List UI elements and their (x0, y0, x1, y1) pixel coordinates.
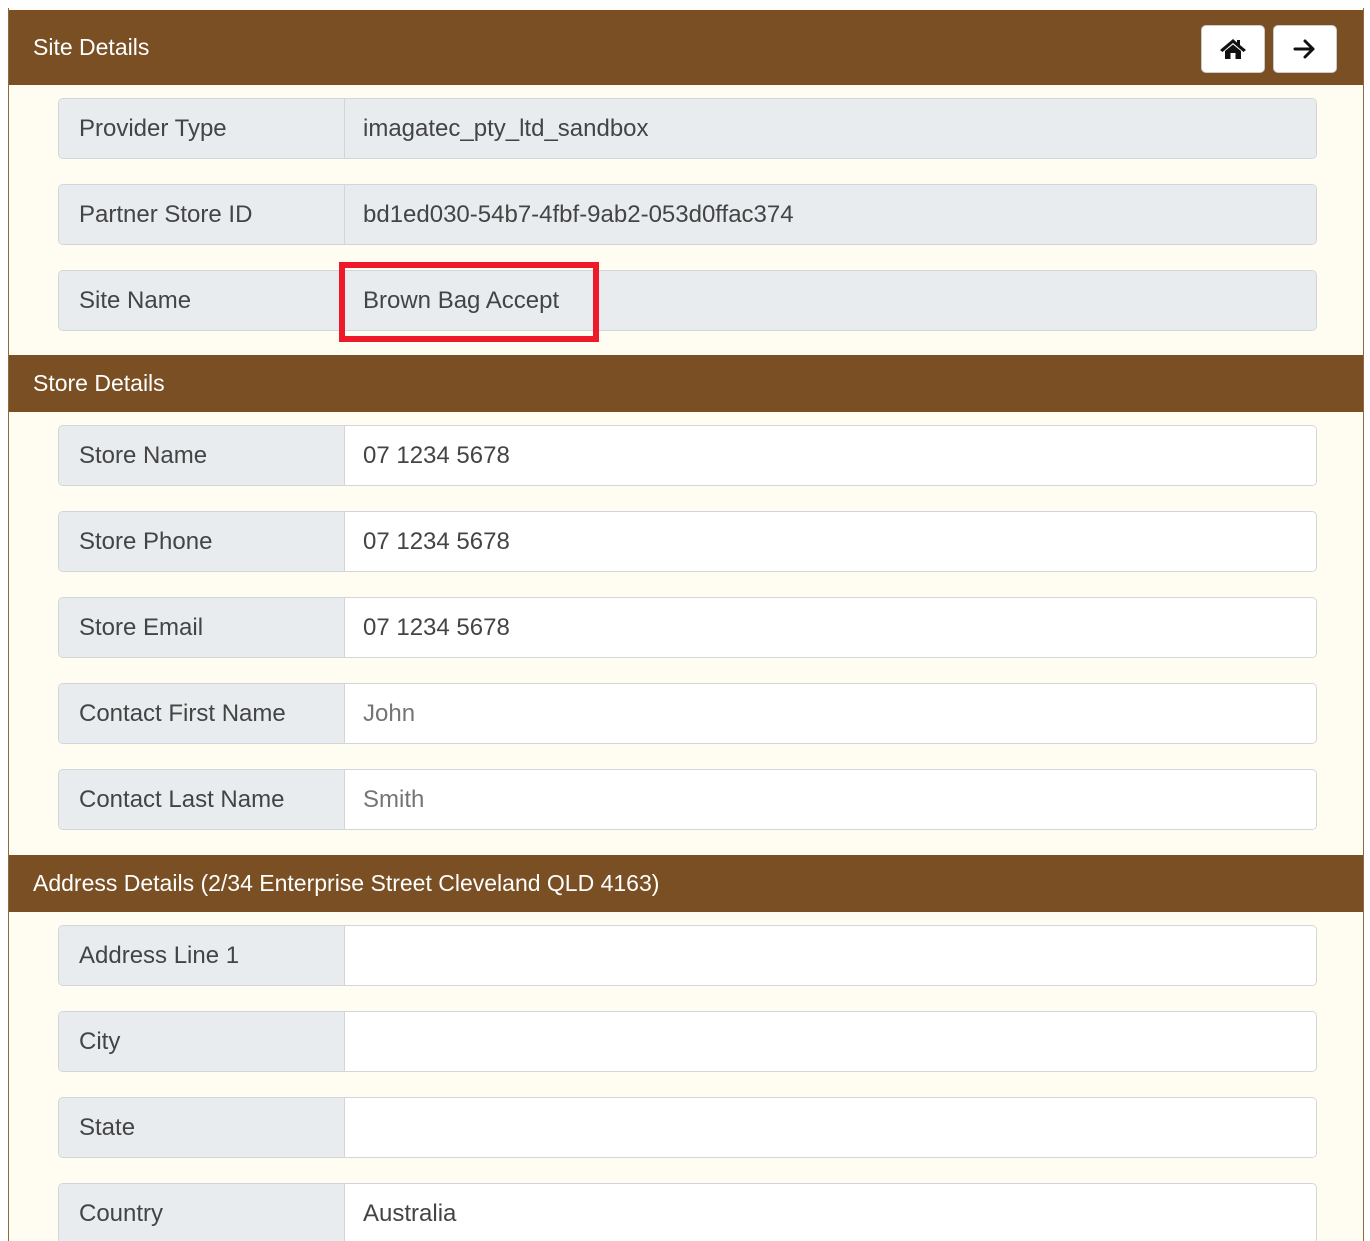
site-name-row: Site Name Brown Bag Accept (58, 270, 1317, 331)
contact-first-name-row: Contact First Name (58, 683, 1317, 744)
store-details-title: Store Details (33, 370, 165, 396)
address-line-1-row: Address Line 1 (58, 925, 1317, 986)
state-input[interactable] (345, 1098, 1316, 1157)
site-form-panel: Site Details Provider Type imagatec_pty_… (8, 8, 1364, 1241)
country-label: Country (59, 1184, 345, 1241)
partner-store-id-row: Partner Store ID bd1ed030-54b7-4fbf-9ab2… (58, 184, 1317, 245)
store-phone-input[interactable] (345, 512, 1316, 571)
store-phone-row: Store Phone (58, 511, 1317, 572)
site-details-title: Site Details (33, 34, 150, 60)
contact-first-name-label: Contact First Name (59, 684, 345, 743)
store-name-label: Store Name (59, 426, 345, 485)
country-row: Country (58, 1183, 1317, 1241)
city-label: City (59, 1012, 345, 1071)
site-name-highlight-box (339, 262, 599, 342)
store-email-label: Store Email (59, 598, 345, 657)
address-details-title: Address Details (2/34 Enterprise Street … (33, 870, 660, 896)
contact-last-name-input[interactable] (345, 770, 1316, 829)
address-line-1-label: Address Line 1 (59, 926, 345, 985)
address-line-1-input[interactable] (345, 926, 1316, 985)
arrow-right-icon (1293, 39, 1315, 59)
site-name-label: Site Name (59, 271, 345, 330)
store-details-header: Store Details (9, 355, 1363, 412)
next-button[interactable] (1273, 25, 1337, 73)
contact-last-name-row: Contact Last Name (58, 769, 1317, 830)
contact-last-name-label: Contact Last Name (59, 770, 345, 829)
provider-type-row: Provider Type imagatec_pty_ltd_sandbox (58, 98, 1317, 159)
provider-type-value: imagatec_pty_ltd_sandbox (345, 99, 1316, 158)
address-details-header: Address Details (2/34 Enterprise Street … (9, 855, 1363, 912)
state-row: State (58, 1097, 1317, 1158)
store-name-input[interactable] (345, 426, 1316, 485)
contact-first-name-input[interactable] (345, 684, 1316, 743)
store-email-row: Store Email (58, 597, 1317, 658)
home-icon (1220, 39, 1246, 59)
partner-store-id-value: bd1ed030-54b7-4fbf-9ab2-053d0ffac374 (345, 185, 1316, 244)
city-row: City (58, 1011, 1317, 1072)
provider-type-label: Provider Type (59, 99, 345, 158)
partner-store-id-label: Partner Store ID (59, 185, 345, 244)
city-input[interactable] (345, 1012, 1316, 1071)
store-name-row: Store Name (58, 425, 1317, 486)
country-input[interactable] (345, 1184, 1316, 1241)
home-button[interactable] (1201, 25, 1265, 73)
state-label: State (59, 1098, 345, 1157)
site-details-header: Site Details (9, 10, 1363, 85)
store-email-input[interactable] (345, 598, 1316, 657)
header-buttons (1201, 25, 1337, 73)
store-phone-label: Store Phone (59, 512, 345, 571)
